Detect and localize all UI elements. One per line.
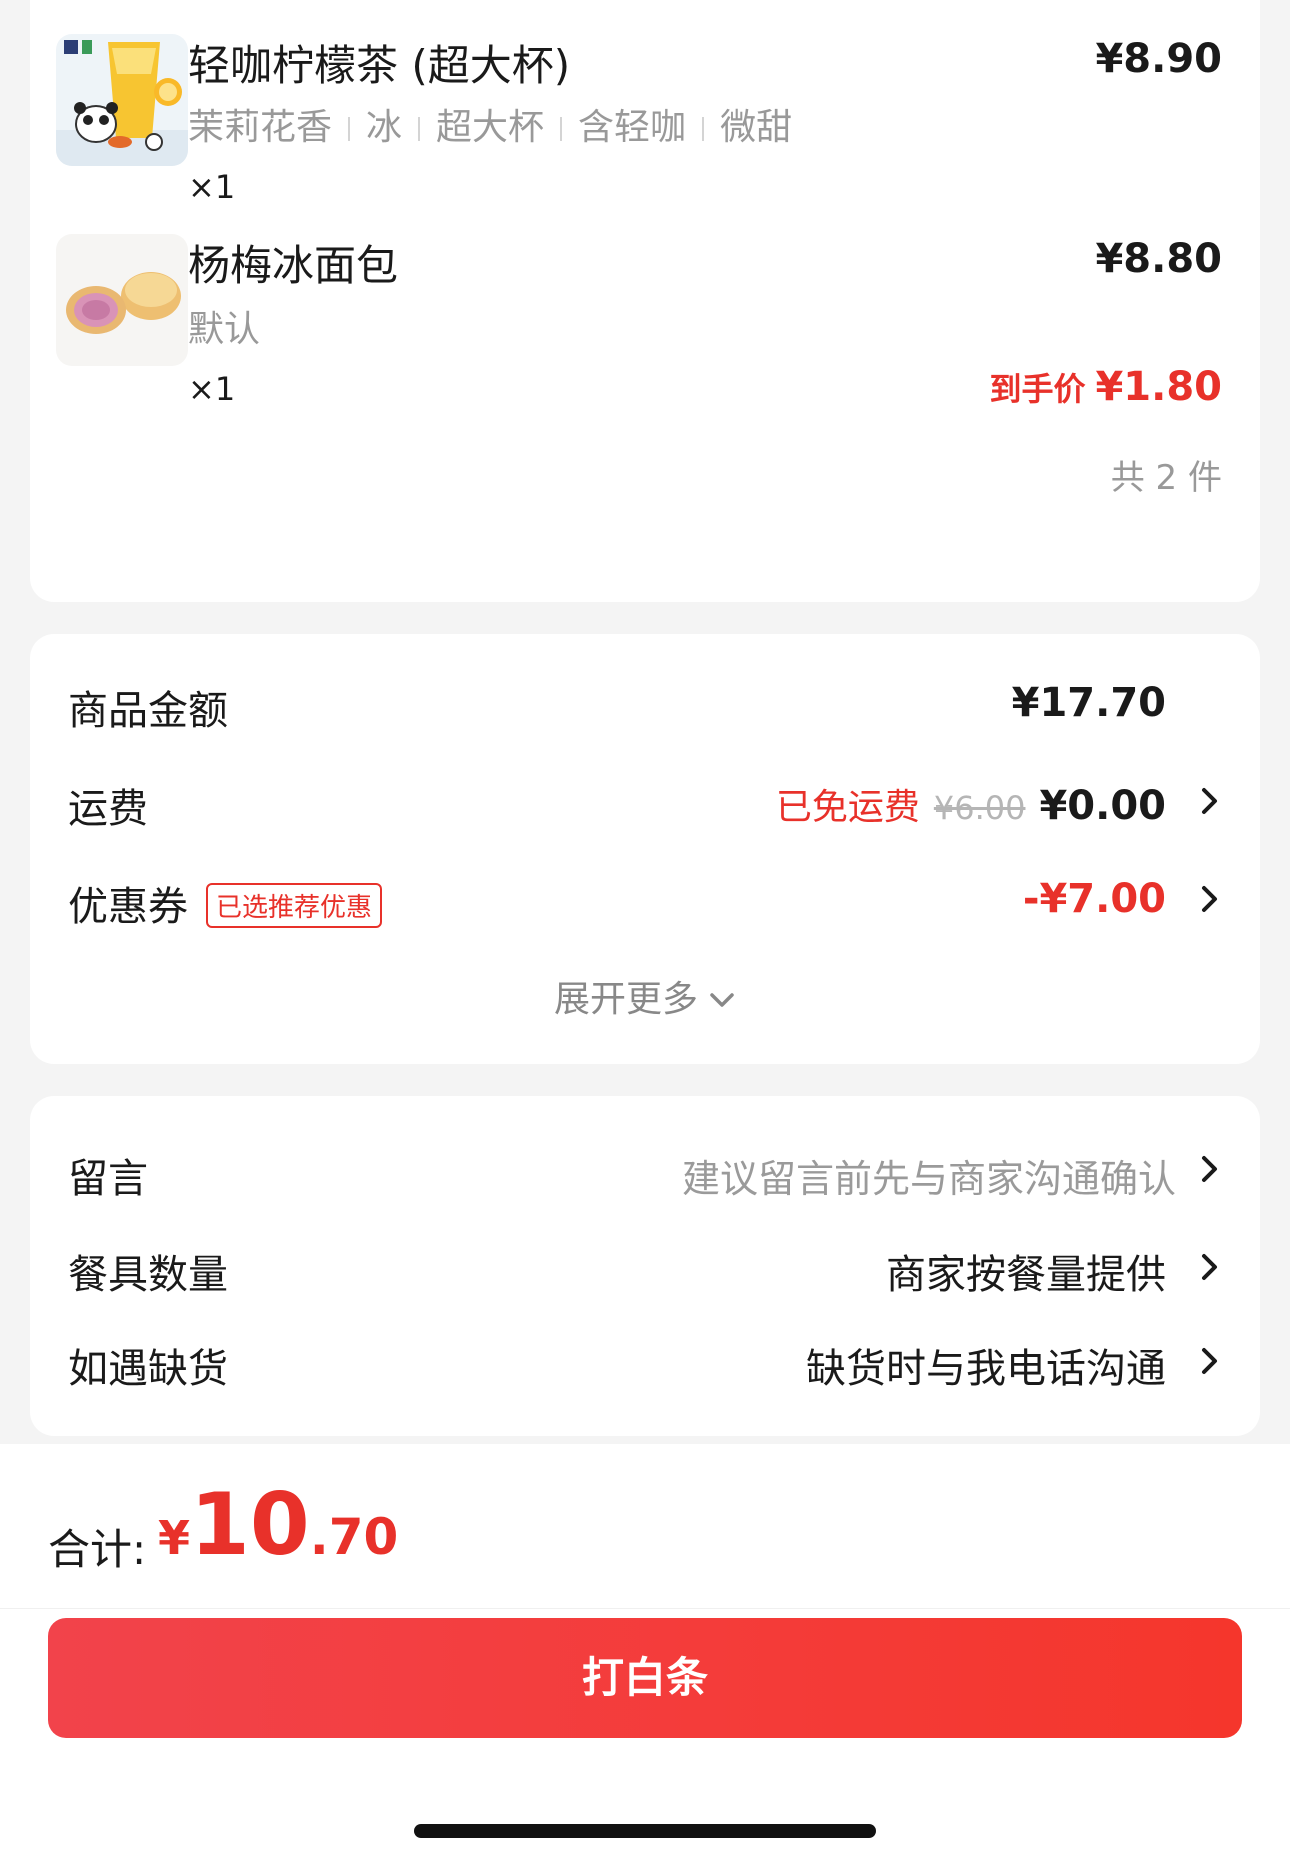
goods-amount-label: 商品金额 (68, 688, 228, 734)
option-ice: 冰 (366, 107, 403, 148)
original-shipping-price: ¥6.00 (933, 789, 1026, 827)
chevron-right-icon[interactable] (1194, 1346, 1224, 1376)
item-name[interactable]: 轻咖柠檬茶 (超大杯) (188, 32, 570, 93)
option-divider (348, 117, 351, 141)
message-input[interactable]: 建议留言前先与商家沟通确认 (682, 1148, 1176, 1203)
total-currency: ¥ (158, 1511, 191, 1565)
order-options-card: 留言 建议留言前先与商家沟通确认 餐具数量 商家按餐量提供 如遇缺货 缺货时与我… (30, 1096, 1260, 1436)
chevron-down-icon (710, 993, 734, 1007)
item-name[interactable]: 杨梅冰面包 (188, 232, 398, 293)
checkout-bar: 合计: ¥10.70 打白条 (0, 1444, 1290, 1860)
total-integer: 10 (190, 1475, 310, 1575)
message-label: 留言 (68, 1156, 148, 1202)
order-items-card: 轻咖柠檬茶 (超大杯) ¥8.90 茉莉花香冰超大杯 含轻咖 微甜 ×1 杨梅冰面包… (30, 0, 1260, 602)
chevron-right-icon[interactable] (1194, 884, 1224, 914)
shipping-row[interactable]: 已免运费 ¥6.00 ¥0.00 (776, 778, 1166, 830)
chevron-right-icon[interactable] (1194, 1154, 1224, 1184)
item-quantity: ×1 (188, 370, 236, 408)
total-decimal: .70 (309, 1508, 399, 1566)
item-count: 共 2 件 (1110, 458, 1222, 498)
shipping-label: 运费 (68, 786, 148, 832)
final-price: 到手价 ¥1.80 (989, 364, 1222, 410)
option-size: 超大杯 (436, 107, 545, 148)
free-shipping-text: 已免运费 (775, 787, 920, 828)
coupon-label-row: 优惠券 已选推荐优惠 (68, 874, 383, 932)
expand-more-label: 展开更多 (553, 979, 698, 1020)
option-default: 默认 (188, 309, 261, 350)
item-price: ¥8.90 (1095, 36, 1222, 82)
option-coffee: 含轻咖 (578, 107, 687, 148)
item-options: 默认 (188, 300, 260, 352)
divider (0, 1608, 1290, 1609)
utensils-label: 餐具数量 (68, 1252, 228, 1298)
coupon-value[interactable]: -¥7.00 (1023, 876, 1166, 922)
goods-amount-value: ¥17.70 (1011, 680, 1166, 726)
fee-summary-card: 商品金额 ¥17.70 运费 已免运费 ¥6.00 ¥0.00 优惠券 已选推荐优惠 … (30, 634, 1260, 1064)
option-divider (418, 117, 421, 141)
final-price-label: 到手价 (989, 370, 1086, 408)
final-price-value: ¥1.80 (1095, 364, 1222, 410)
lemon-tea-thumbnail[interactable] (56, 34, 188, 166)
option-divider (560, 117, 563, 141)
total-price: ¥10.70 (158, 1482, 398, 1568)
utensils-value[interactable]: 商家按餐量提供 (886, 1242, 1166, 1300)
recommended-coupon-tag: 已选推荐优惠 (206, 882, 383, 928)
option-sweetness: 微甜 (720, 107, 793, 148)
stockout-value[interactable]: 缺货时与我电话沟通 (806, 1336, 1166, 1394)
item-price: ¥8.80 (1095, 236, 1222, 282)
home-indicator (414, 1824, 876, 1838)
chevron-right-icon[interactable] (1194, 1252, 1224, 1282)
pay-button[interactable]: 打白条 (48, 1618, 1242, 1738)
item-options: 茉莉花香冰超大杯 含轻咖 微甜 (188, 98, 792, 150)
item-quantity: ×1 (188, 168, 236, 206)
chevron-right-icon[interactable] (1194, 786, 1224, 816)
coupon-label: 优惠券 (68, 884, 188, 930)
shipping-value: ¥0.00 (1039, 783, 1166, 829)
expand-more-button[interactable]: 展开更多 (30, 970, 1260, 1022)
option-divider (702, 117, 705, 141)
stockout-label: 如遇缺货 (68, 1346, 228, 1392)
total-label: 合计: (48, 1525, 147, 1574)
bayberry-bread-thumbnail[interactable] (56, 234, 188, 366)
option-scent: 茉莉花香 (188, 107, 333, 148)
